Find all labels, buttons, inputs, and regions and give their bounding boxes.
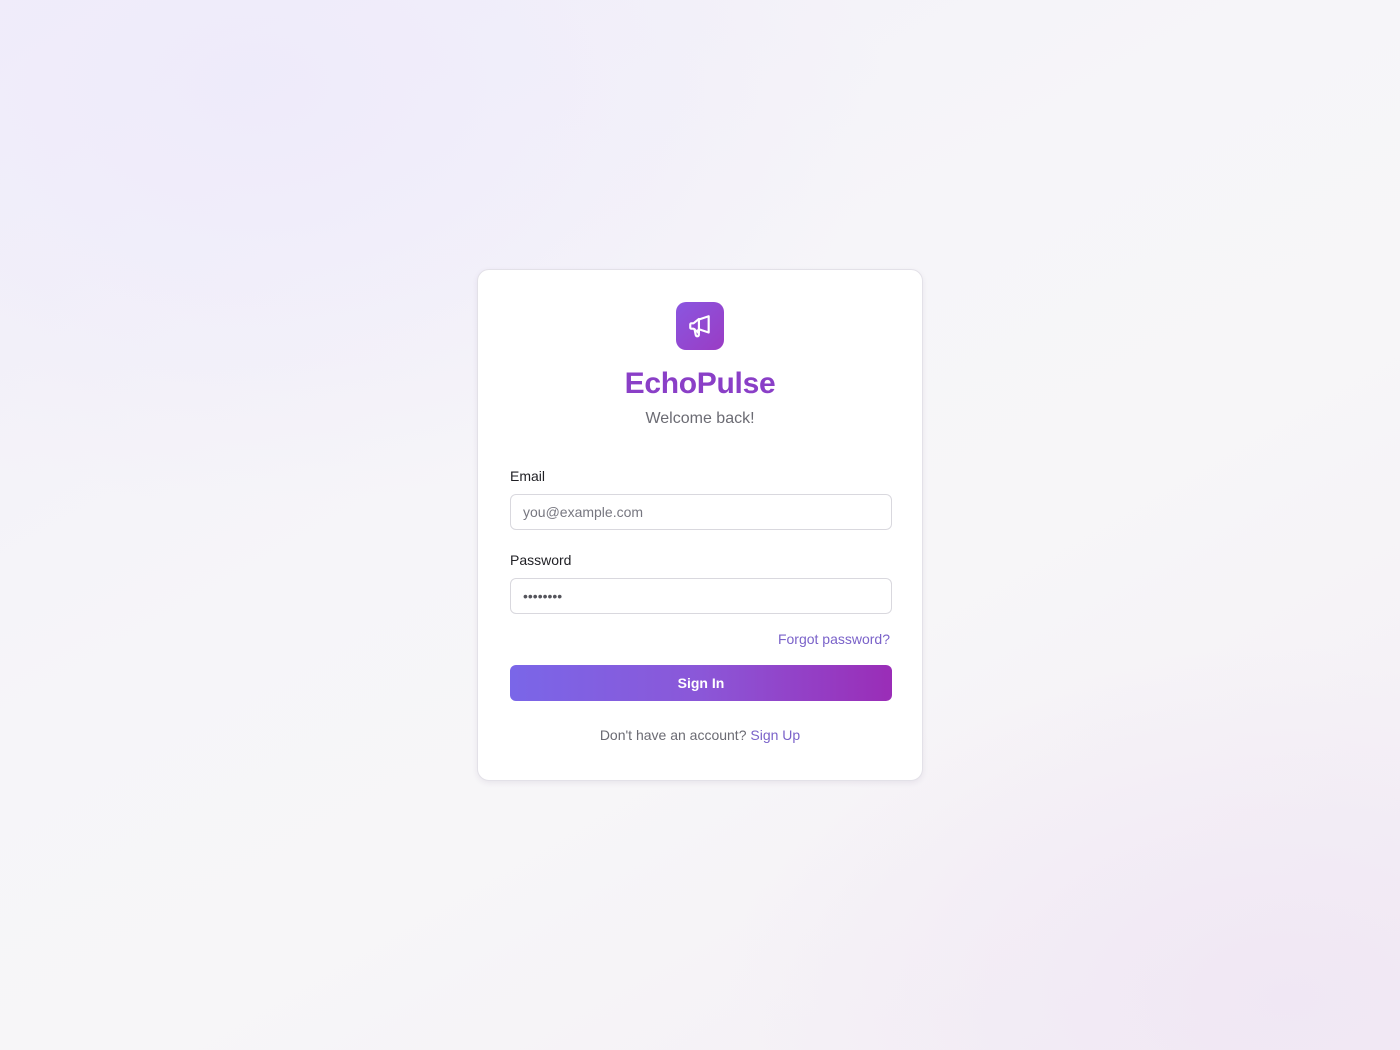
welcome-subtitle: Welcome back! xyxy=(645,410,755,427)
signup-row: Don't have an account? Sign Up xyxy=(510,725,890,745)
login-card: EchoPulse Welcome back! Email Password F… xyxy=(477,269,923,781)
password-field[interactable] xyxy=(510,578,892,614)
logo xyxy=(676,302,724,350)
forgot-row: Forgot password? xyxy=(510,630,890,649)
email-label: Email xyxy=(510,468,546,484)
sign-in-button[interactable]: Sign In xyxy=(510,665,892,701)
forgot-password-link[interactable]: Forgot password? xyxy=(778,631,890,647)
email-field[interactable] xyxy=(510,494,892,530)
megaphone-icon xyxy=(687,313,713,339)
sign-up-link[interactable]: Sign Up xyxy=(750,727,800,743)
brand-title: EchoPulse xyxy=(624,367,776,400)
signup-prompt: Don't have an account? xyxy=(599,727,747,743)
password-label: Password xyxy=(510,552,572,568)
